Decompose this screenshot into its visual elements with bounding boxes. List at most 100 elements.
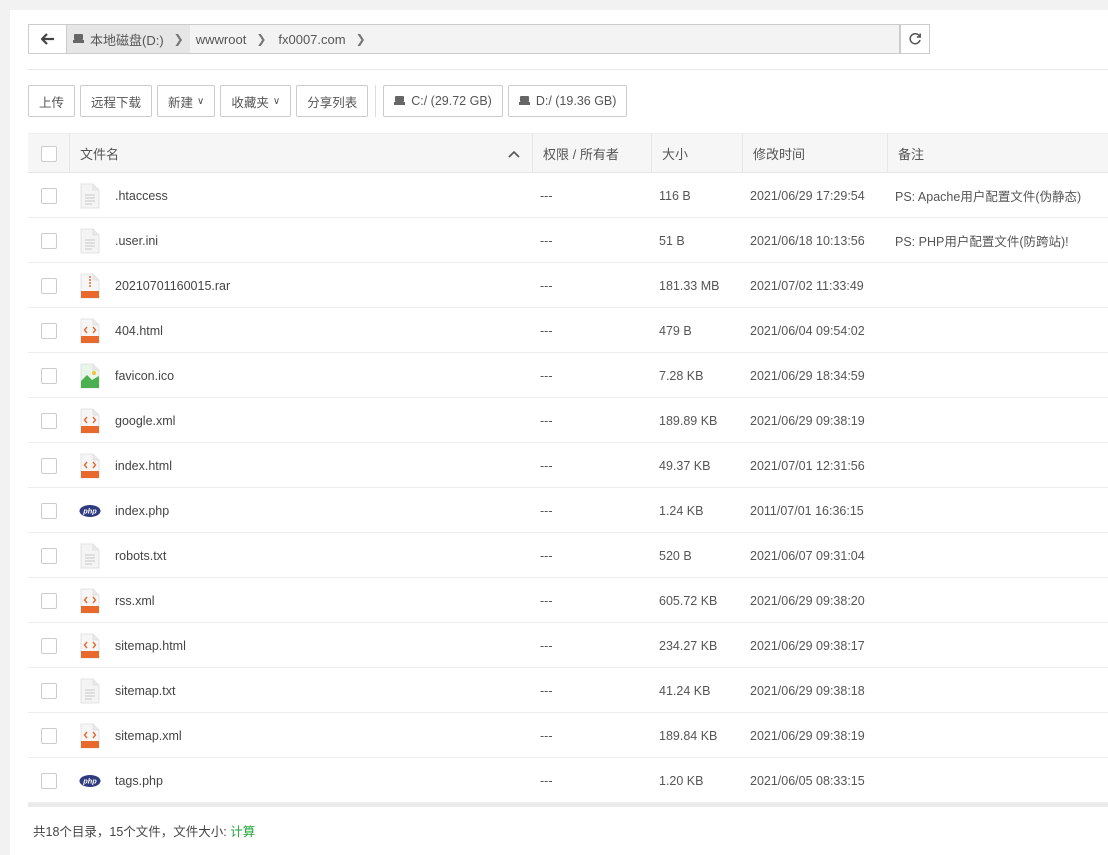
permission-cell[interactable]: --- [540, 173, 553, 218]
row-checkbox[interactable] [41, 232, 57, 249]
refresh-button[interactable] [900, 24, 930, 54]
permission-cell[interactable]: --- [540, 533, 553, 578]
file-name[interactable]: rss.xml [115, 594, 155, 608]
file-name[interactable]: index.php [115, 504, 169, 518]
file-name-cell[interactable]: .htaccess [79, 173, 168, 218]
file-name[interactable]: sitemap.txt [115, 684, 175, 698]
file-name[interactable]: 404.html [115, 324, 163, 338]
row-checkbox[interactable] [41, 457, 57, 474]
table-row[interactable]: google.xml --- 189.89 KB 2021/06/29 09:38:1… [28, 398, 1108, 443]
permission-cell[interactable]: --- [540, 713, 553, 758]
row-checkbox[interactable] [41, 592, 57, 609]
table-row[interactable]: 404.html --- 479 B 2021/06/04 09:54:02 [28, 308, 1108, 353]
breadcrumb-item-site[interactable]: fx0007.com ❯ [272, 25, 371, 53]
horizontal-scrollbar[interactable] [28, 803, 1108, 807]
table-row[interactable]: php index.php --- 1.24 KB 2011/07/01 16:36:1… [28, 488, 1108, 533]
permission-cell[interactable]: --- [540, 308, 553, 353]
table-row[interactable]: robots.txt --- 520 B 2021/06/07 09:31:04 [28, 533, 1108, 578]
permission-cell[interactable]: --- [540, 218, 553, 263]
row-checkbox[interactable] [41, 322, 57, 339]
row-checkbox[interactable] [41, 187, 57, 204]
table-row[interactable]: 20210701160015.rar --- 181.33 MB 2021/07/02… [28, 263, 1108, 308]
file-name[interactable]: tags.php [115, 774, 163, 788]
table-row[interactable]: favicon.ico --- 7.28 KB 2021/06/29 18:34:59 [28, 353, 1108, 398]
file-name-cell[interactable]: sitemap.txt [79, 668, 175, 713]
file-name-cell[interactable]: .user.ini [79, 218, 158, 263]
permission-cell[interactable]: --- [540, 668, 553, 713]
permission-cell[interactable]: --- [540, 758, 553, 803]
file-name-cell[interactable]: robots.txt [79, 533, 166, 578]
disk-d-button[interactable]: D:/ (19.36 GB) [507, 85, 628, 117]
file-name-cell[interactable]: sitemap.xml [79, 713, 182, 758]
remote-download-button[interactable]: 远程下载 [80, 85, 153, 117]
breadcrumb-item-wwwroot[interactable]: wwwroot ❯ [190, 25, 273, 53]
permission-cell[interactable]: --- [540, 623, 553, 668]
file-name-cell[interactable]: rss.xml [79, 578, 155, 623]
file-name[interactable]: .htaccess [115, 189, 168, 203]
permission-cell[interactable]: --- [540, 488, 553, 533]
file-name-cell[interactable]: php tags.php [79, 758, 163, 803]
favorites-button[interactable]: 收藏夹 ∨ [220, 85, 292, 117]
file-name[interactable]: index.html [115, 459, 172, 473]
row-checkbox[interactable] [41, 412, 57, 429]
table-row[interactable]: .htaccess --- 116 B 2021/06/29 17:29:54 PS: … [28, 173, 1108, 218]
table-row[interactable]: sitemap.xml --- 189.84 KB 2021/06/29 09:38:… [28, 713, 1108, 758]
table-row[interactable]: .user.ini --- 51 B 2021/06/18 10:13:56 PS: P… [28, 218, 1108, 263]
column-header-note[interactable]: 备注 [887, 134, 1108, 173]
back-button[interactable] [28, 24, 66, 54]
file-name[interactable]: 20210701160015.rar [115, 279, 230, 293]
row-checkbox-cell [41, 578, 57, 623]
new-button[interactable]: 新建 ∨ [157, 85, 216, 117]
breadcrumb-item-disk[interactable]: 本地磁盘(D:) ❯ [67, 25, 190, 53]
file-name[interactable]: .user.ini [115, 234, 158, 248]
column-header-perm[interactable]: 权限 / 所有者 [532, 134, 651, 173]
size-cell: 189.84 KB [659, 728, 718, 743]
column-header-name[interactable]: 文件名 [69, 134, 532, 173]
column-header-size[interactable]: 大小 [651, 134, 742, 173]
file-name-cell[interactable]: google.xml [79, 398, 175, 443]
row-checkbox-cell [41, 398, 57, 443]
permission-cell[interactable]: --- [540, 578, 553, 623]
row-checkbox[interactable] [41, 547, 57, 564]
file-name[interactable]: robots.txt [115, 549, 166, 563]
file-name-cell[interactable]: favicon.ico [79, 353, 174, 398]
table-row[interactable]: index.html --- 49.37 KB 2021/07/01 12:31:56 [28, 443, 1108, 488]
select-all-checkbox[interactable] [41, 145, 57, 162]
note-cell[interactable]: PS: Apache用户配置文件(伪静态) [895, 173, 1081, 218]
file-name[interactable]: favicon.ico [115, 369, 174, 383]
table-row[interactable]: sitemap.html --- 234.27 KB 2021/06/29 09:38… [28, 623, 1108, 668]
modified-time-cell: 2021/06/04 09:54:02 [750, 323, 865, 338]
file-name[interactable]: sitemap.html [115, 639, 186, 653]
file-name[interactable]: sitemap.xml [115, 729, 182, 743]
modified-time-cell: 2021/06/29 17:29:54 [750, 188, 865, 203]
file-name-cell[interactable]: 20210701160015.rar [79, 263, 230, 308]
table-row[interactable]: php tags.php --- 1.20 KB 2021/06/05 08:33:15 [28, 758, 1108, 803]
row-checkbox[interactable] [41, 772, 57, 789]
share-list-button[interactable]: 分享列表 [296, 85, 369, 117]
file-name-cell[interactable]: index.html [79, 443, 172, 488]
row-checkbox[interactable] [41, 682, 57, 699]
file-name[interactable]: google.xml [115, 414, 175, 428]
calculate-size-link[interactable]: 计算 [230, 825, 255, 839]
text-file-icon [79, 183, 101, 209]
table-row[interactable]: rss.xml --- 605.72 KB 2021/06/29 09:38:20 [28, 578, 1108, 623]
file-name-cell[interactable]: sitemap.html [79, 623, 186, 668]
row-checkbox[interactable] [41, 277, 57, 294]
row-checkbox-cell [41, 443, 57, 488]
column-header-mtime[interactable]: 修改时间 [742, 134, 887, 173]
permission-cell[interactable]: --- [540, 398, 553, 443]
disk-c-button[interactable]: C:/ (29.72 GB) [383, 85, 503, 117]
row-checkbox[interactable] [41, 367, 57, 384]
row-checkbox[interactable] [41, 727, 57, 744]
file-name-cell[interactable]: php index.php [79, 488, 169, 533]
permission-cell[interactable]: --- [540, 443, 553, 488]
note-cell[interactable]: PS: PHP用户配置文件(防跨站)! [895, 218, 1069, 263]
row-checkbox[interactable] [41, 637, 57, 654]
file-name-cell[interactable]: 404.html [79, 308, 163, 353]
permission-cell[interactable]: --- [540, 263, 553, 308]
upload-button[interactable]: 上传 [28, 85, 76, 117]
row-checkbox[interactable] [41, 502, 57, 519]
table-row[interactable]: sitemap.txt --- 41.24 KB 2021/06/29 09:38:1… [28, 668, 1108, 713]
modified-time-cell: 2011/07/01 16:36:15 [750, 503, 864, 518]
permission-cell[interactable]: --- [540, 353, 553, 398]
